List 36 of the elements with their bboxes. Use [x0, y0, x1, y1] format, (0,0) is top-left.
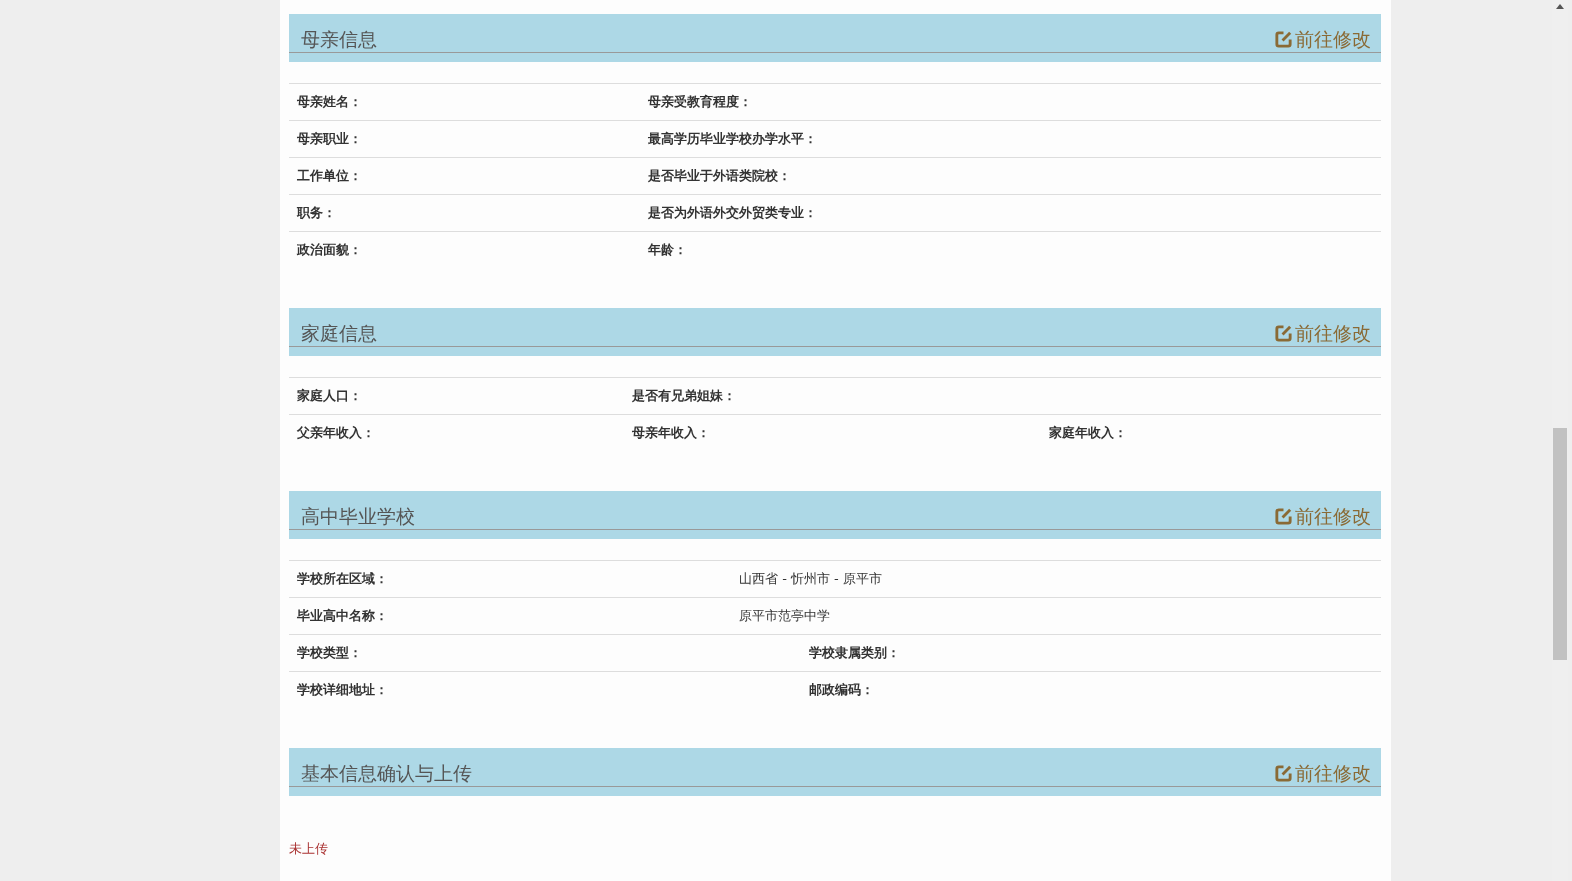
field-label: 是否为外语外交外贸类专业： — [648, 204, 818, 222]
edit-link[interactable]: 前往修改 — [1274, 320, 1371, 346]
field-label: 学校详细地址： — [297, 681, 389, 699]
field-label: 邮政编码： — [809, 681, 875, 699]
field-label: 学校类型： — [297, 644, 363, 662]
field-label: 政治面貌： — [297, 241, 363, 259]
field-label: 工作单位： — [297, 167, 363, 185]
field-label: 母亲受教育程度： — [648, 93, 753, 111]
section-title: 高中毕业学校 — [301, 504, 415, 529]
edit-icon — [1274, 29, 1293, 49]
field-label: 职务： — [297, 204, 337, 222]
edit-link[interactable]: 前往修改 — [1274, 503, 1371, 529]
field-label: 年龄： — [648, 241, 688, 259]
edit-icon — [1274, 506, 1293, 526]
field-label: 学校隶属类别： — [809, 644, 901, 662]
field-label: 家庭年收入： — [1049, 424, 1128, 442]
field-label: 母亲职业： — [297, 130, 363, 148]
field-label: 母亲年收入： — [632, 424, 711, 442]
field-label: 父亲年收入： — [297, 424, 376, 442]
field-label: 毕业高中名称： — [297, 607, 389, 625]
upload-status: 未上传 — [289, 840, 328, 858]
field-label: 最高学历毕业学校办学水平： — [648, 130, 818, 148]
field-label: 是否有兄弟姐妹： — [632, 387, 737, 405]
field-label: 是否毕业于外语类院校： — [648, 167, 792, 185]
field-label: 家庭人口： — [297, 387, 363, 405]
field-label: 学校所在区域： — [297, 570, 389, 588]
section-title: 家庭信息 — [301, 321, 377, 346]
edit-link[interactable]: 前往修改 — [1274, 26, 1371, 52]
edit-icon — [1274, 323, 1293, 343]
edit-link[interactable]: 前往修改 — [1274, 760, 1371, 786]
field-value: 原平市范亭中学 — [739, 607, 831, 625]
field-value: 山西省 - 忻州市 - 原平市 — [739, 570, 883, 588]
section-title: 基本信息确认与上传 — [301, 761, 472, 786]
edit-icon — [1274, 763, 1293, 783]
section-title: 母亲信息 — [301, 27, 377, 52]
field-label: 母亲姓名： — [297, 93, 363, 111]
